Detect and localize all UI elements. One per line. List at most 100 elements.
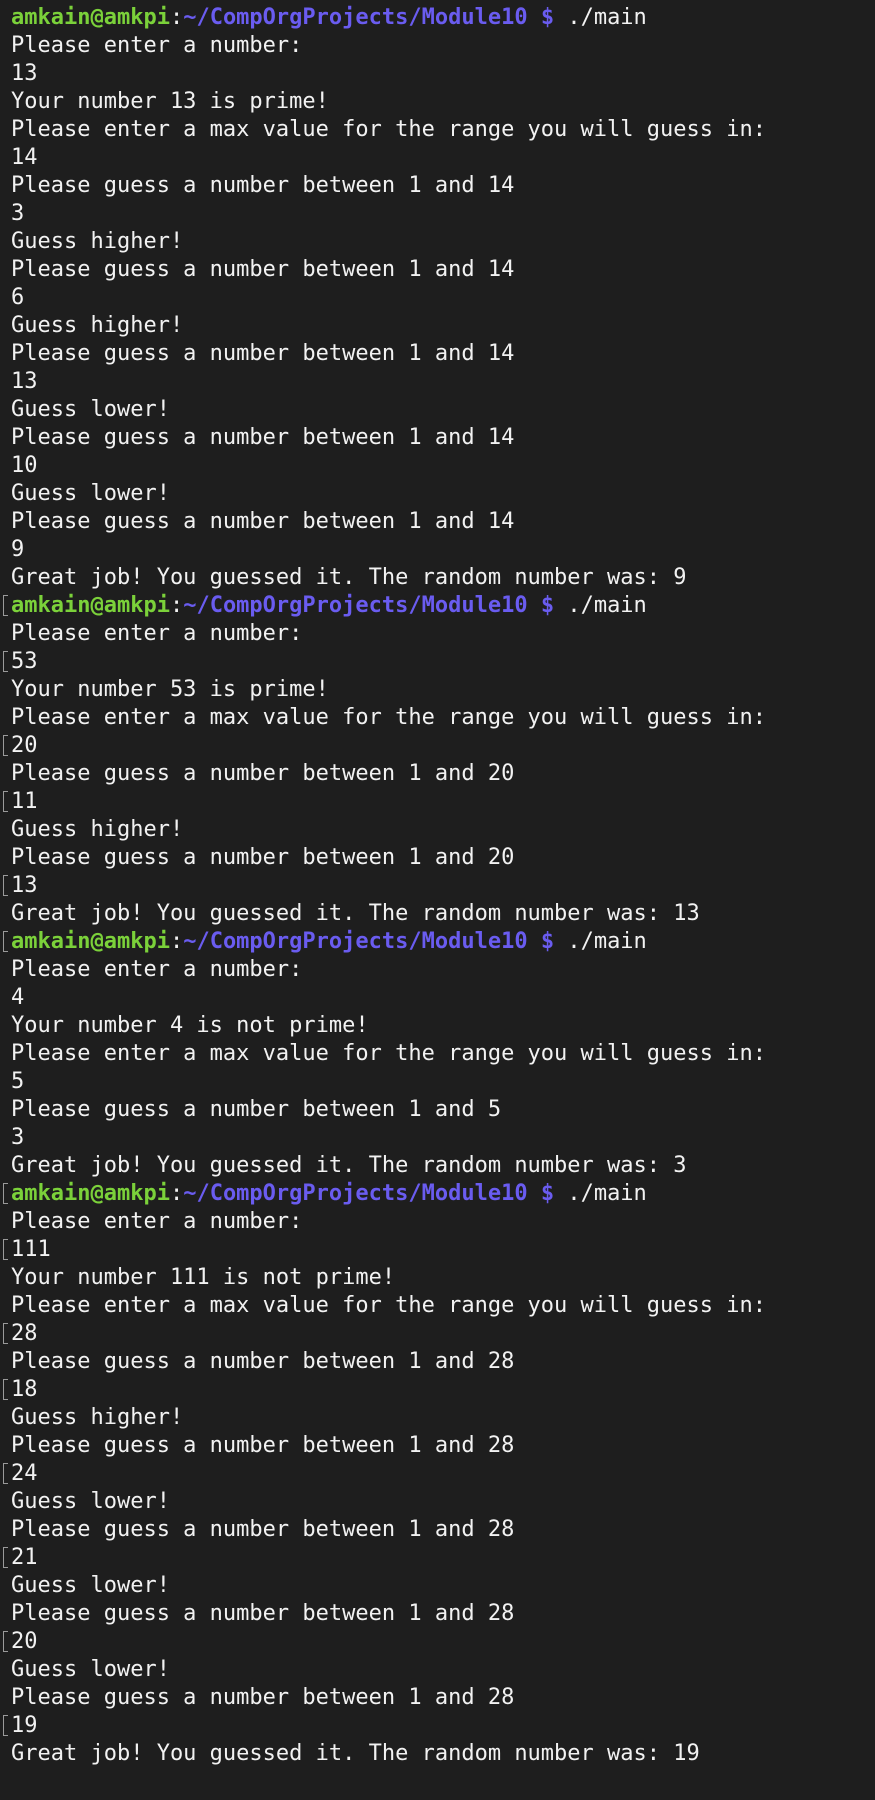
prompt-dollar: $ — [540, 593, 555, 618]
output-line: 21 — [3, 1544, 875, 1572]
terminal-window[interactable]: amkain@amkpi:~/CompOrgProjects/Module10 … — [0, 0, 875, 1800]
output-line: Please guess a number between 1 and 28 — [11, 1516, 875, 1544]
output-line: 13 — [11, 368, 875, 396]
output-text: 9 — [11, 537, 25, 562]
output-line: Great job! You guessed it. The random nu… — [11, 900, 875, 928]
output-text: Please enter a number: — [11, 1209, 303, 1234]
output-text: Please enter a number: — [11, 621, 303, 646]
output-line: Please guess a number between 1 and 28 — [11, 1600, 875, 1628]
output-text: Please guess a number between 1 and 28 — [11, 1349, 515, 1374]
output-line: 10 — [11, 452, 875, 480]
output-line: Please enter a number: — [11, 1208, 875, 1236]
output-line: Your number 111 is not prime! — [11, 1264, 875, 1292]
output-line: Guess lower! — [11, 1488, 875, 1516]
output-text: Please guess a number between 1 and 20 — [11, 761, 515, 786]
output-line: Please enter a max value for the range y… — [11, 1040, 875, 1068]
output-text: Please guess a number between 1 and 14 — [11, 173, 515, 198]
output-line: Guess lower! — [11, 480, 875, 508]
output-text: 14 — [11, 145, 38, 170]
output-line: 3 — [11, 200, 875, 228]
output-line: 5 — [11, 1068, 875, 1096]
output-text: Please guess a number between 1 and 14 — [11, 509, 515, 534]
line-marker-icon — [3, 1715, 8, 1736]
output-text: Please guess a number between 1 and 28 — [11, 1517, 515, 1542]
output-text: Please enter a number: — [11, 957, 303, 982]
output-text: Your number 13 is prime! — [11, 89, 329, 114]
output-line: Guess higher! — [11, 816, 875, 844]
output-line: Please enter a number: — [11, 956, 875, 984]
prompt-dollar: $ — [540, 1181, 555, 1206]
output-text: 5 — [11, 1069, 25, 1094]
output-text: 3 — [11, 201, 25, 226]
output-text: Please guess a number between 1 and 14 — [11, 341, 515, 366]
prompt-user: amkain@amkpi — [11, 1181, 170, 1206]
output-text: 28 — [11, 1321, 38, 1346]
prompt-separator: : — [169, 1181, 184, 1206]
output-line: Your number 13 is prime! — [11, 88, 875, 116]
output-line: Please enter a number: — [11, 32, 875, 60]
output-line: 4 — [11, 984, 875, 1012]
output-line: Please guess a number between 1 and 14 — [11, 340, 875, 368]
line-marker-icon — [3, 595, 8, 616]
output-text: 4 — [11, 985, 25, 1010]
output-line: 53 — [3, 648, 875, 676]
command-text: ./main — [567, 929, 647, 954]
prompt-path: ~/CompOrgProjects/Module10 — [183, 593, 528, 618]
output-line: Please enter a max value for the range y… — [11, 1292, 875, 1320]
output-line: Please enter a number: — [11, 620, 875, 648]
output-line: Please guess a number between 1 and 14 — [11, 508, 875, 536]
prompt-dollar: $ — [540, 929, 555, 954]
output-text: Please guess a number between 1 and 28 — [11, 1601, 515, 1626]
output-text: 53 — [11, 649, 38, 674]
output-line: Please guess a number between 1 and 14 — [11, 172, 875, 200]
line-marker-icon — [3, 1631, 8, 1652]
prompt-line: amkain@amkpi:~/CompOrgProjects/Module10 … — [3, 1180, 875, 1208]
output-text: 10 — [11, 453, 38, 478]
output-text: Please guess a number between 1 and 28 — [11, 1433, 515, 1458]
output-text: Your number 53 is prime! — [11, 677, 329, 702]
output-line: 3 — [11, 1124, 875, 1152]
output-line: Please guess a number between 1 and 28 — [11, 1432, 875, 1460]
output-text: 111 — [11, 1237, 51, 1262]
output-text: 13 — [11, 369, 38, 394]
line-marker-icon — [3, 1323, 8, 1344]
command-text: ./main — [567, 593, 647, 618]
output-line: 111 — [3, 1236, 875, 1264]
output-text: Guess lower! — [11, 1657, 170, 1682]
output-text: 20 — [11, 733, 38, 758]
prompt-user: amkain@amkpi — [11, 593, 170, 618]
output-text: Guess lower! — [11, 1573, 170, 1598]
prompt-separator: : — [169, 593, 184, 618]
output-line: 20 — [3, 732, 875, 760]
output-text: Please enter a max value for the range y… — [11, 1041, 766, 1066]
output-line: 6 — [11, 284, 875, 312]
output-line: Guess higher! — [11, 312, 875, 340]
output-text: Guess lower! — [11, 481, 170, 506]
output-text: Please enter a max value for the range y… — [11, 1293, 766, 1318]
line-marker-icon — [3, 735, 8, 756]
output-text: Please enter a max value for the range y… — [11, 705, 766, 730]
output-text: 3 — [11, 1125, 25, 1150]
line-marker-icon — [3, 1463, 8, 1484]
output-line: 9 — [11, 536, 875, 564]
output-line: 18 — [3, 1376, 875, 1404]
prompt-path: ~/CompOrgProjects/Module10 — [183, 1181, 528, 1206]
output-line: Great job! You guessed it. The random nu… — [11, 564, 875, 592]
output-line: Please guess a number between 1 and 14 — [11, 424, 875, 452]
output-line: Please guess a number between 1 and 14 — [11, 256, 875, 284]
output-line: 13 — [11, 60, 875, 88]
prompt-dollar: $ — [540, 5, 555, 30]
output-line: 24 — [3, 1460, 875, 1488]
output-line: 13 — [3, 872, 875, 900]
output-line: Please guess a number between 1 and 5 — [11, 1096, 875, 1124]
output-text: 13 — [11, 61, 38, 86]
output-text: Please guess a number between 1 and 14 — [11, 257, 515, 282]
prompt-line: amkain@amkpi:~/CompOrgProjects/Module10 … — [3, 592, 875, 620]
output-text: 18 — [11, 1377, 38, 1402]
prompt-path: ~/CompOrgProjects/Module10 — [183, 5, 528, 30]
output-text: 13 — [11, 873, 38, 898]
output-line: Please enter a max value for the range y… — [11, 704, 875, 732]
line-marker-icon — [3, 1183, 8, 1204]
command-text: ./main — [567, 5, 647, 30]
output-text: 11 — [11, 789, 38, 814]
